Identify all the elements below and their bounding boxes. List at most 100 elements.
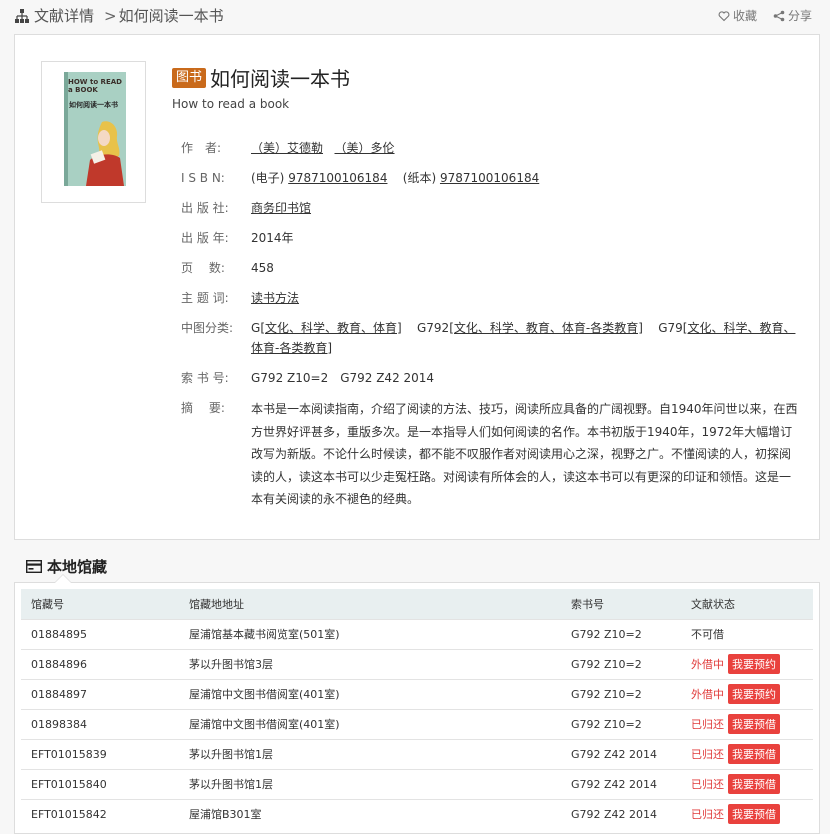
table-header: 馆藏号 馆藏地地址 索书号 文献状态 — [21, 589, 813, 619]
clc-label: 中图分类: — [181, 321, 234, 335]
type-badge: 图书 — [172, 67, 207, 88]
share-button[interactable]: 分享 — [773, 7, 812, 24]
author-row: 作 者: （美）艾德勒 （美）多伦 — [181, 138, 801, 168]
isbn-label: I S B N: — [181, 171, 225, 185]
cover-image: HOW to READ a BOOK 如何阅读一本书 — [64, 72, 126, 186]
reserve-button[interactable]: 我要预约 — [728, 654, 780, 674]
holding-location: 茅以升图书馆1层 — [179, 738, 561, 769]
table-row: EFT01015842 屋浦馆B301室 G792 Z42 2014 已归还 我要… — [21, 798, 813, 829]
holding-callno: G792 Z10=2 — [561, 678, 681, 709]
holdings-table: 馆藏号 馆藏地地址 索书号 文献状态 01884895 屋浦馆基本藏书阅览室(5… — [21, 589, 813, 829]
year-row: 出 版 年: 2014年 — [181, 228, 801, 258]
isbn-electronic-prefix: (电子) — [251, 171, 285, 185]
favorite-button[interactable]: 收藏 — [718, 7, 757, 24]
reserve-button[interactable]: 我要预约 — [728, 684, 780, 704]
isbn-print-link[interactable]: 9787100106184 — [440, 171, 539, 185]
callno-label: 索 书 号: — [181, 371, 229, 385]
pages-row: 页 数: 458 — [181, 258, 801, 288]
publisher-row: 出 版 社: 商务印书馆 — [181, 198, 801, 228]
title-row: 图书 如何阅读一本书 — [172, 63, 350, 92]
book-fields: 作 者: （美）艾德勒 （美）多伦 I S B N: (电子) 97871001… — [181, 138, 801, 511]
holding-id: EFT01015842 — [21, 798, 179, 829]
holdings-panel: 馆藏号 馆藏地地址 索书号 文献状态 01884895 屋浦馆基本藏书阅览室(5… — [14, 582, 820, 834]
book-title: 如何阅读一本书 — [210, 67, 351, 91]
holding-status: 已归还 — [691, 718, 724, 731]
book-cover: HOW to READ a BOOK 如何阅读一本书 — [41, 61, 146, 203]
isbn-print-prefix: (纸本) — [402, 171, 437, 185]
prebook-button[interactable]: 我要预借 — [728, 804, 780, 825]
holding-location: 屋浦馆基本藏书阅览室(501室) — [179, 618, 561, 649]
holding-status: 已归还 — [691, 748, 724, 761]
subject-label: 主 题 词: — [181, 291, 229, 305]
pages-label: 页 数: — [181, 261, 225, 275]
isbn-row: I S B N: (电子) 9787100106184 (纸本) 9787100… — [181, 168, 801, 198]
heart-icon — [718, 10, 730, 21]
publisher-link[interactable]: 商务印书馆 — [251, 201, 311, 215]
author-label: 作 者: — [181, 141, 222, 155]
holding-callno: G792 Z42 2014 — [561, 798, 681, 829]
sitemap-icon — [15, 8, 29, 23]
holding-callno: G792 Z10=2 — [561, 708, 681, 739]
favorite-label: 收藏 — [732, 9, 757, 23]
column-header: 馆藏地地址 — [189, 597, 244, 611]
prebook-button[interactable]: 我要预借 — [728, 714, 780, 734]
holding-location: 茅以升图书馆3层 — [179, 648, 561, 679]
share-icon — [773, 10, 785, 21]
table-row: 01884896 茅以升图书馆3层 G792 Z10=2 外借中 我要预约 — [21, 648, 813, 679]
prebook-button[interactable]: 我要预借 — [728, 774, 780, 794]
pages-value: 458 — [251, 261, 274, 275]
holding-status: 已归还 — [691, 778, 724, 791]
holding-callno: G792 Z42 2014 — [561, 768, 681, 799]
callno-value: G792 Z10=2 G792 Z42 2014 — [251, 371, 435, 385]
holding-location: 屋浦馆B301室 — [179, 798, 561, 829]
section-notch-inner — [55, 575, 71, 583]
author-link[interactable]: （美）多伦 — [335, 141, 395, 155]
subject-link[interactable]: 读书方法 — [251, 291, 299, 305]
holding-callno: G792 Z42 2014 — [561, 738, 681, 769]
holding-status: 已归还 — [691, 808, 724, 822]
breadcrumb-section[interactable]: 文献详情 — [34, 5, 94, 26]
cover-illustration — [86, 121, 124, 186]
holding-id: 01884896 — [21, 648, 179, 679]
prebook-button[interactable]: 我要预借 — [728, 744, 780, 764]
subject-row: 主 题 词: 读书方法 — [181, 288, 801, 318]
holding-id: 01884895 — [21, 618, 179, 649]
table-row: 01898384 屋浦馆中文图书借阅室(401室) G792 Z10=2 已归还… — [21, 708, 813, 739]
column-header: 文献状态 — [691, 597, 735, 611]
year-label: 出 版 年: — [181, 231, 229, 245]
clc-code: G — [251, 321, 261, 335]
holding-location: 茅以升图书馆1层 — [179, 768, 561, 799]
book-detail-panel: HOW to READ a BOOK 如何阅读一本书 图书 如何阅读一本书 Ho… — [14, 34, 820, 540]
holding-id: EFT01015839 — [21, 738, 179, 769]
table-row: EFT01015840 茅以升图书馆1层 G792 Z42 2014 已归还 我要… — [21, 768, 813, 799]
share-label: 分享 — [787, 9, 812, 23]
clc-link[interactable]: [文化、科学、教育、体育-各类教育] — [449, 321, 643, 335]
year-value: 2014年 — [251, 231, 294, 245]
clc-link[interactable]: [文化、科学、教育、体育] — [260, 321, 401, 335]
column-header: 馆藏号 — [31, 597, 64, 611]
table-row: 01884897 屋浦馆中文图书借阅室(401室) G792 Z10=2 外借中… — [21, 678, 813, 709]
holding-status: 不可借 — [691, 628, 724, 641]
holding-callno: G792 Z10=2 — [561, 648, 681, 679]
holding-status: 外借中 — [691, 688, 724, 701]
holding-location: 屋浦馆中文图书借阅室(401室) — [179, 708, 561, 739]
breadcrumb: 文献详情 > 如何阅读一本书 — [14, 5, 224, 26]
clc-row: 中图分类: G[文化、科学、教育、体育] G792[文化、科学、教育、体育-各类… — [181, 318, 801, 368]
breadcrumb-current: 如何阅读一本书 — [118, 7, 224, 25]
clc-code: G792 — [416, 321, 450, 335]
callno-row: 索 书 号: G792 Z10=2 G792 Z42 2014 — [181, 368, 801, 398]
table-row: EFT01015839 茅以升图书馆1层 G792 Z42 2014 已归还 我要… — [21, 738, 813, 769]
page-actions: 收藏 分享 — [718, 7, 812, 24]
holding-id: EFT01015840 — [21, 768, 179, 799]
table-row: 01884895 屋浦馆基本藏书阅览室(501室) G792 Z10=2 不可借 — [21, 618, 813, 649]
column-header: 索书号 — [571, 597, 604, 611]
clc-code: G79 — [658, 321, 683, 335]
breadcrumb-separator: > — [104, 6, 117, 25]
card-icon — [26, 560, 42, 573]
abstract-row: 摘 要: 本书是一本阅读指南，介绍了阅读的方法、技巧，阅读所应具备的广阔视野。自… — [181, 398, 801, 511]
abstract-text: 本书是一本阅读指南，介绍了阅读的方法、技巧，阅读所应具备的广阔视野。自1940年… — [251, 402, 798, 506]
author-link[interactable]: （美）艾德勒 — [251, 141, 323, 155]
holding-id: 01898384 — [21, 708, 179, 739]
holding-id: 01884897 — [21, 678, 179, 709]
isbn-electronic-link[interactable]: 9787100106184 — [288, 171, 387, 185]
